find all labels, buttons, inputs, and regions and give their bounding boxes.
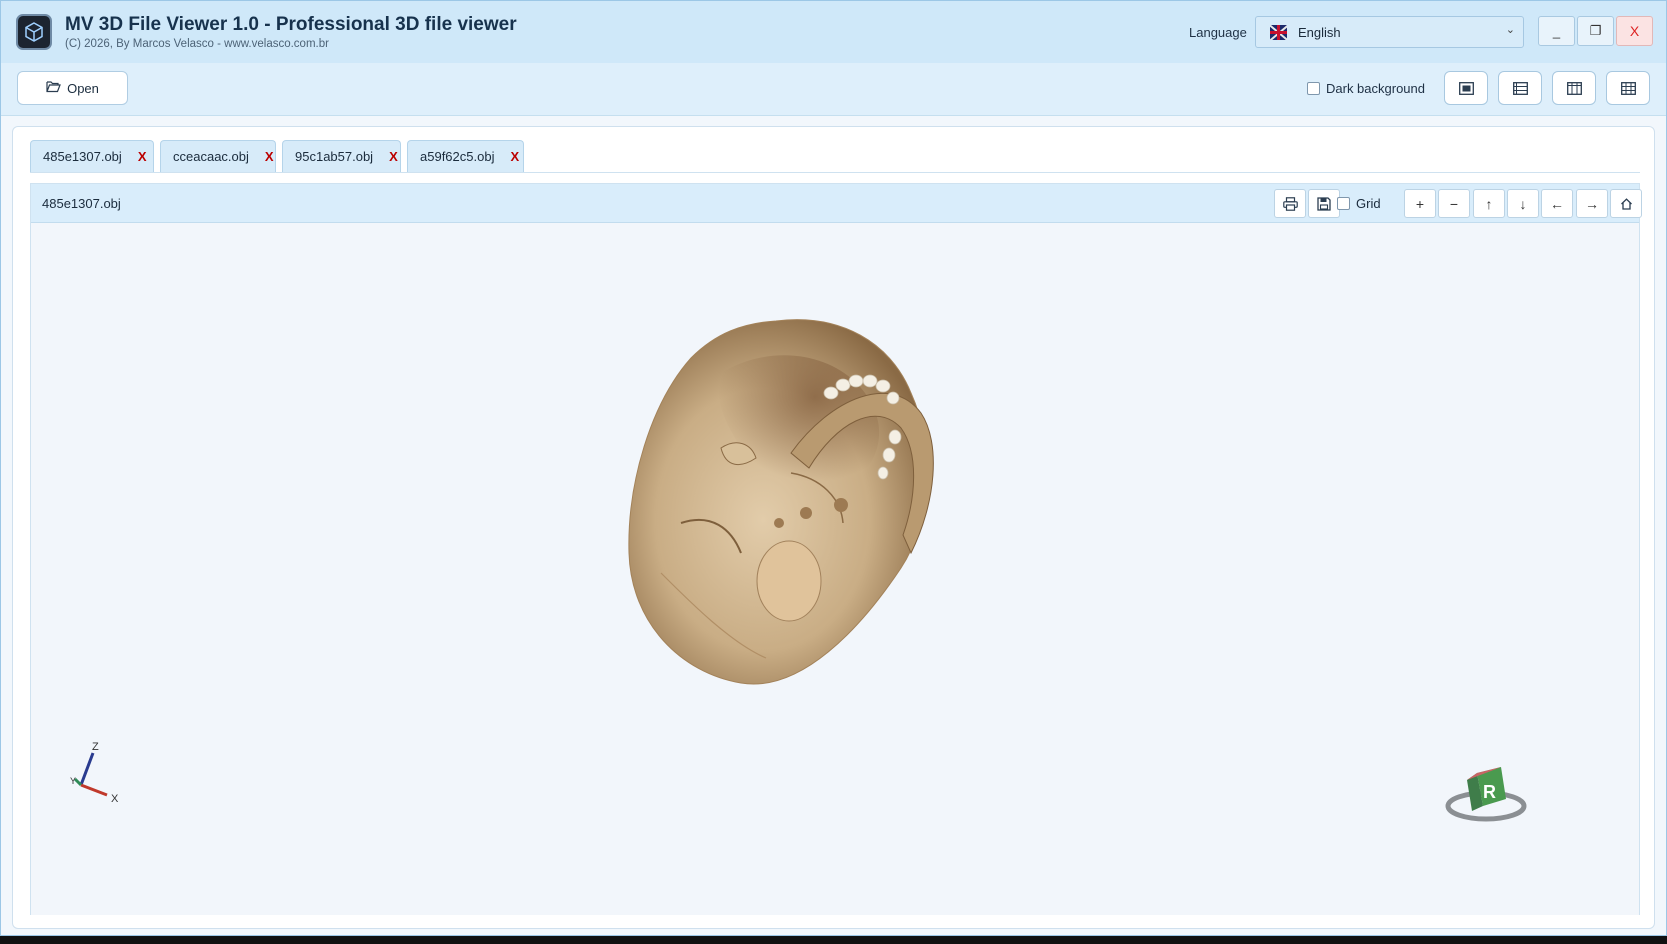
move-right-button[interactable]: → [1576,189,1608,218]
move-up-button[interactable]: ↑ [1473,189,1505,218]
document-panel: 485e1307.obj X cceacaac.obj X 95c1ab57.o… [12,126,1655,929]
window-title: MV 3D File Viewer 1.0 - Professional 3D … [65,14,517,35]
viewer-pane: 485e1307.obj Grid + − ↑ ↓ ← → Z X Y R [30,183,1642,915]
orientation-cube-label: R [1483,782,1496,802]
move-down-button[interactable]: ↓ [1507,189,1539,218]
axis-y-label: Y [70,776,76,786]
file-tab[interactable]: cceacaac.obj X [160,140,276,172]
rows-view-icon [1512,81,1528,95]
grid-view-icon [1620,81,1636,95]
orientation-cube-icon[interactable]: R [1445,767,1527,822]
3d-canvas[interactable]: Z X Y R [31,223,1639,915]
language-select[interactable]: English ⌄ [1255,16,1524,48]
screen-bottom-edge [0,936,1667,944]
file-tab-label: cceacaac.obj [173,149,249,164]
axis-z-label: Z [92,741,99,753]
printer-icon [1282,196,1298,211]
columns-view-button[interactable] [1552,71,1596,105]
print-button[interactable] [1274,189,1306,218]
chevron-down-icon: ⌄ [1505,24,1515,36]
file-tab[interactable]: a59f62c5.obj X [407,140,524,172]
grid-label: Grid [1356,196,1381,211]
save-icon [1317,196,1331,211]
axis-x-label: X [111,793,119,805]
tab-close-button[interactable]: X [265,149,274,164]
language-selected-value: English [1298,25,1341,40]
grid-view-button[interactable] [1606,71,1650,105]
close-button[interactable]: X [1616,16,1653,46]
columns-view-icon [1566,81,1582,95]
viewer-filename: 485e1307.obj [42,196,121,211]
minimize-button[interactable]: _ [1538,16,1575,46]
folder-open-icon [46,80,61,96]
axis-triad: Z X Y [70,741,119,805]
save-button[interactable] [1308,189,1340,218]
tab-close-button[interactable]: X [510,149,519,164]
file-tab[interactable]: 485e1307.obj X [30,140,154,172]
tab-close-button[interactable]: X [138,149,147,164]
tab-divider [30,172,1640,173]
zoom-out-button[interactable]: − [1438,189,1470,218]
file-tab-label: 95c1ab57.obj [295,149,374,164]
app-window: MV 3D File Viewer 1.0 - Professional 3D … [0,0,1667,936]
rows-view-button[interactable] [1498,71,1542,105]
uk-flag-icon [1270,25,1287,40]
language-label: Language [1189,25,1247,40]
open-button[interactable]: Open [17,71,128,105]
reset-view-button[interactable] [1610,189,1642,218]
window-subtitle: (C) 2026, By Marcos Velasco - www.velasc… [65,38,329,50]
dark-background-checkbox[interactable] [1307,82,1320,95]
single-view-button[interactable] [1444,71,1488,105]
grid-checkbox[interactable] [1337,197,1350,210]
file-tab-label: a59f62c5.obj [420,149,495,164]
dark-background-toggle[interactable]: Dark background [1307,81,1425,96]
tab-close-button[interactable]: X [389,149,398,164]
viewer-header: 485e1307.obj Grid + − ↑ ↓ ← → [31,184,1642,223]
grid-toggle[interactable]: Grid [1337,196,1381,211]
main-toolbar: Open Dark background [1,63,1666,116]
home-icon [1620,197,1632,210]
file-tab[interactable]: 95c1ab57.obj X [282,140,401,172]
move-left-button[interactable]: ← [1541,189,1573,218]
restore-button[interactable]: ❐ [1577,16,1614,46]
file-tab-label: 485e1307.obj [43,149,122,164]
dark-background-label: Dark background [1326,81,1425,96]
zoom-in-button[interactable]: + [1404,189,1436,218]
title-bar: MV 3D File Viewer 1.0 - Professional 3D … [1,1,1666,64]
app-cube-icon [16,14,52,50]
single-view-icon [1458,81,1474,95]
open-button-label: Open [67,80,99,96]
skull-model [628,319,934,685]
